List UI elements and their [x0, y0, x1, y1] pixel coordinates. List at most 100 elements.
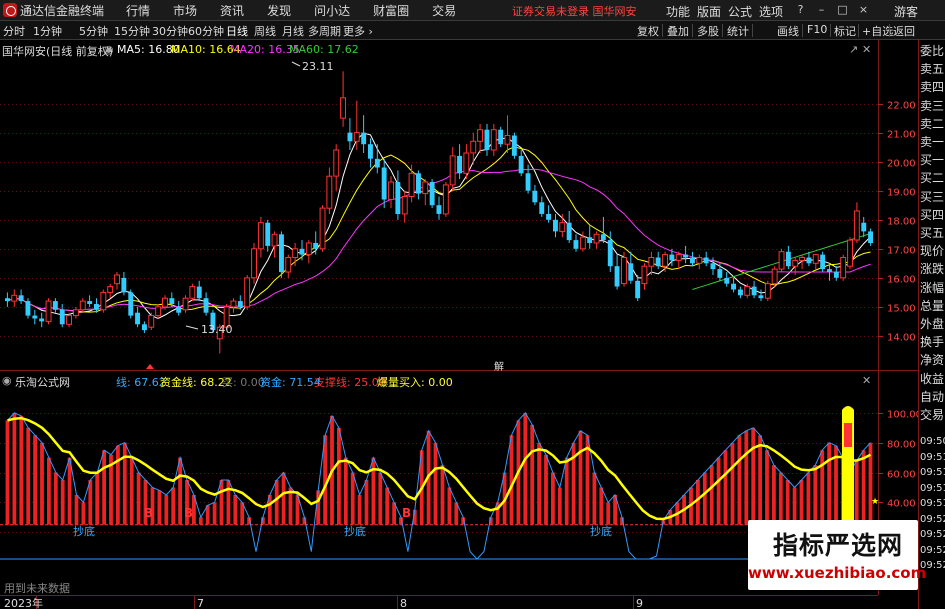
quote-row-label[interactable]: 现价: [920, 242, 945, 260]
quote-row-label[interactable]: 涨幅: [920, 279, 945, 297]
menu-item-discover[interactable]: 发现: [267, 2, 291, 19]
quote-row-label[interactable]: 自动: [920, 388, 945, 406]
date-label: 8: [400, 597, 407, 609]
quote-row-label[interactable]: 卖二: [920, 115, 945, 133]
menu-item-ask[interactable]: 问小达: [314, 2, 350, 19]
quote-row-label[interactable]: 买三: [920, 188, 945, 206]
candle-body: [573, 240, 579, 249]
candle-body: [442, 184, 449, 215]
low-pointer: [185, 325, 199, 330]
indicator-burst-value: 爆量买入: 0.00: [377, 376, 453, 389]
period-multi[interactable]: 多周期: [308, 23, 341, 39]
toolbar-multi[interactable]: 多股: [697, 23, 719, 39]
help-button[interactable]: ?: [794, 4, 807, 17]
toolbar-stats[interactable]: 统计: [727, 23, 749, 39]
candle-body: [853, 210, 860, 241]
menu-options[interactable]: 选项: [759, 3, 783, 20]
high-label: 23.11: [302, 60, 334, 73]
period-60min[interactable]: 60分钟: [188, 23, 224, 39]
menu-function[interactable]: 功能: [666, 3, 690, 20]
buy-signal: B: [402, 506, 411, 520]
close-panel-icon[interactable]: ✕: [862, 43, 871, 56]
candle-body: [5, 298, 10, 302]
candle-body: [257, 222, 264, 250]
candle-body: [731, 283, 736, 290]
star-icon: ★: [871, 497, 879, 507]
period-tick[interactable]: 分时: [3, 23, 25, 39]
candle-body: [696, 257, 703, 264]
period-more[interactable]: 更多 ›: [343, 23, 373, 39]
menu-bar: 通达信金融终端 行情 市场 资讯 发现 问小达 财富圈 交易 证券交易未登录 国…: [0, 0, 945, 21]
price-axis: 22.00 21.00 20.00 19.00 18.00 17.00 16.00 15.00…: [878, 101, 916, 344]
candle-body: [847, 239, 853, 267]
date-label: 7: [197, 597, 204, 609]
maximize-button[interactable]: □: [836, 4, 849, 17]
quote-row-label[interactable]: 卖五: [920, 60, 945, 78]
quote-row-label[interactable]: 买五: [920, 224, 945, 242]
period-15min[interactable]: 15分钟: [114, 23, 150, 39]
quote-row-label[interactable]: 涨跌: [920, 260, 945, 278]
menu-item-market[interactable]: 行情: [126, 2, 150, 19]
quote-row-label[interactable]: 卖四: [920, 78, 945, 96]
close-button[interactable]: ×: [857, 4, 870, 17]
quote-row-label[interactable]: 总量: [920, 297, 945, 315]
quote-row-label[interactable]: 卖一: [920, 133, 945, 151]
menu-item-trade[interactable]: 交易: [432, 2, 456, 19]
period-1min[interactable]: 1分钟: [33, 23, 62, 39]
quote-row-label[interactable]: 收益: [920, 370, 945, 388]
quote-row-label[interactable]: 交易: [920, 406, 945, 424]
toolbar-mark[interactable]: 标记: [834, 23, 856, 39]
toolbar-back[interactable]: 返回: [893, 23, 915, 39]
period-30min[interactable]: 30分钟: [152, 23, 188, 39]
trade-login-notice[interactable]: 证券交易未登录 国华网安: [512, 3, 637, 19]
quote-row-label[interactable]: 买四: [920, 206, 945, 224]
quote-row-label[interactable]: 买二: [920, 169, 945, 187]
period-monthly[interactable]: 月线: [282, 23, 304, 39]
toolbar-overlay[interactable]: 叠加: [667, 23, 689, 39]
candle-body: [449, 155, 456, 186]
candle-body: [553, 219, 558, 232]
quote-row-label[interactable]: 外盘: [920, 315, 945, 333]
trade-time: 09:51: [920, 451, 945, 463]
quote-row-label[interactable]: 净资: [920, 351, 945, 369]
toolbar-draw[interactable]: 画线: [777, 23, 799, 39]
minimize-button[interactable]: –: [815, 4, 828, 17]
menu-item-markets[interactable]: 市场: [173, 2, 197, 19]
candle-body: [758, 295, 764, 299]
candle-body: [648, 257, 655, 267]
indicator-settings-icon[interactable]: ◉: [2, 374, 12, 387]
quote-row-label[interactable]: 卖三: [920, 97, 945, 115]
candle-body: [333, 149, 340, 177]
period-daily[interactable]: 日线: [226, 23, 248, 39]
candle-body: [401, 196, 408, 215]
menu-layout[interactable]: 版面: [697, 3, 721, 20]
share-icon[interactable]: ↗: [849, 43, 858, 56]
price-label: 14.00: [887, 333, 916, 344]
settings-icon[interactable]: ◉: [104, 43, 114, 56]
menu-item-wealth[interactable]: 财富圈: [373, 2, 409, 19]
indicator-support-value: 支撑线: 25.00: [314, 376, 386, 389]
toolbar-adjust[interactable]: 复权: [637, 23, 659, 39]
date-label: 2023年: [4, 596, 43, 609]
candle-body: [717, 269, 723, 278]
guest-label[interactable]: 游客: [894, 3, 918, 20]
toolbar-f10[interactable]: F10: [807, 23, 827, 36]
candle-body: [408, 172, 415, 198]
toolbar-separator: [752, 24, 753, 37]
close-indicator-icon[interactable]: ✕: [862, 374, 871, 387]
buy-arrow-icon: [146, 364, 154, 369]
quote-row-label[interactable]: 换手: [920, 333, 945, 351]
candle-body: [176, 306, 182, 313]
menu-formula[interactable]: 公式: [728, 3, 752, 20]
candle-body: [285, 257, 292, 273]
candle-body: [607, 240, 613, 267]
quote-row-label[interactable]: 买一: [920, 151, 945, 169]
quote-row-label[interactable]: 委比: [920, 42, 945, 60]
menu-item-news[interactable]: 资讯: [220, 2, 244, 19]
toolbar-separator: [802, 24, 803, 37]
candle-body: [546, 214, 551, 220]
period-5min[interactable]: 5分钟: [79, 23, 108, 39]
candle-body: [416, 173, 421, 194]
period-weekly[interactable]: 周线: [254, 23, 276, 39]
candle-body: [621, 257, 627, 285]
